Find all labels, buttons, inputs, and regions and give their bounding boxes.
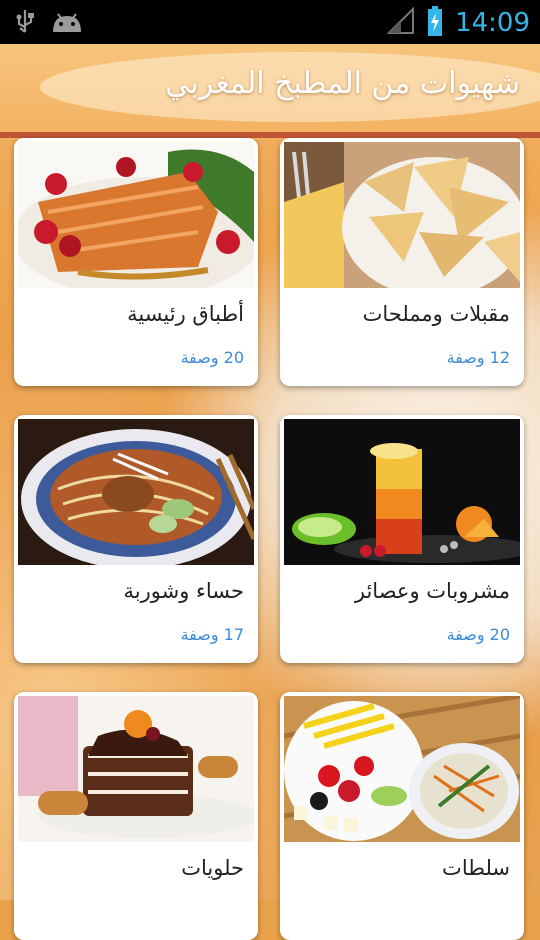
main-dishes-photo — [18, 142, 254, 288]
category-grid: مقبلات ومملحات 12 وصفة أطباق رئيسية 20 و… — [0, 0, 540, 940]
category-card-desserts[interactable]: حلويات — [14, 692, 258, 940]
category-card-salads[interactable]: سلطات — [280, 692, 524, 940]
recipe-count: 12 وصفة — [446, 348, 510, 367]
recipe-count: 20 وصفة — [180, 348, 244, 367]
category-name: مقبلات ومملحات — [362, 302, 510, 326]
category-name: حساء وشوربة — [123, 579, 245, 603]
recipe-count: 20 وصفة — [446, 625, 510, 644]
appetizers-photo — [284, 142, 520, 288]
category-name: حلويات — [181, 856, 244, 880]
category-card-appetizers[interactable]: مقبلات ومملحات 12 وصفة — [280, 138, 524, 386]
salads-photo — [284, 696, 520, 842]
category-card-drinks[interactable]: مشروبات وعصائر 20 وصفة — [280, 415, 524, 663]
drinks-photo — [284, 419, 520, 565]
desserts-photo — [18, 696, 254, 842]
category-name: أطباق رئيسية — [127, 302, 244, 326]
category-card-soups[interactable]: حساء وشوربة 17 وصفة — [14, 415, 258, 663]
category-name: سلطات — [442, 856, 510, 880]
soups-photo — [18, 419, 254, 565]
category-card-main-dishes[interactable]: أطباق رئيسية 20 وصفة — [14, 138, 258, 386]
recipe-count: 17 وصفة — [180, 625, 244, 644]
category-name: مشروبات وعصائر — [354, 579, 510, 603]
